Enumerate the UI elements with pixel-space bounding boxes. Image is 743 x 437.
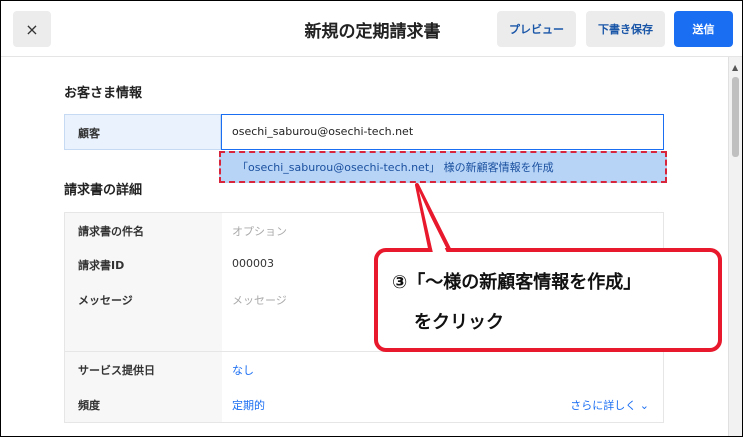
callout-pointer-join <box>419 191 447 253</box>
app-window: × 新規の定期請求書 プレビュー 下書き保存 送信 ▲ お客さま情報 顧客 os… <box>0 0 743 437</box>
